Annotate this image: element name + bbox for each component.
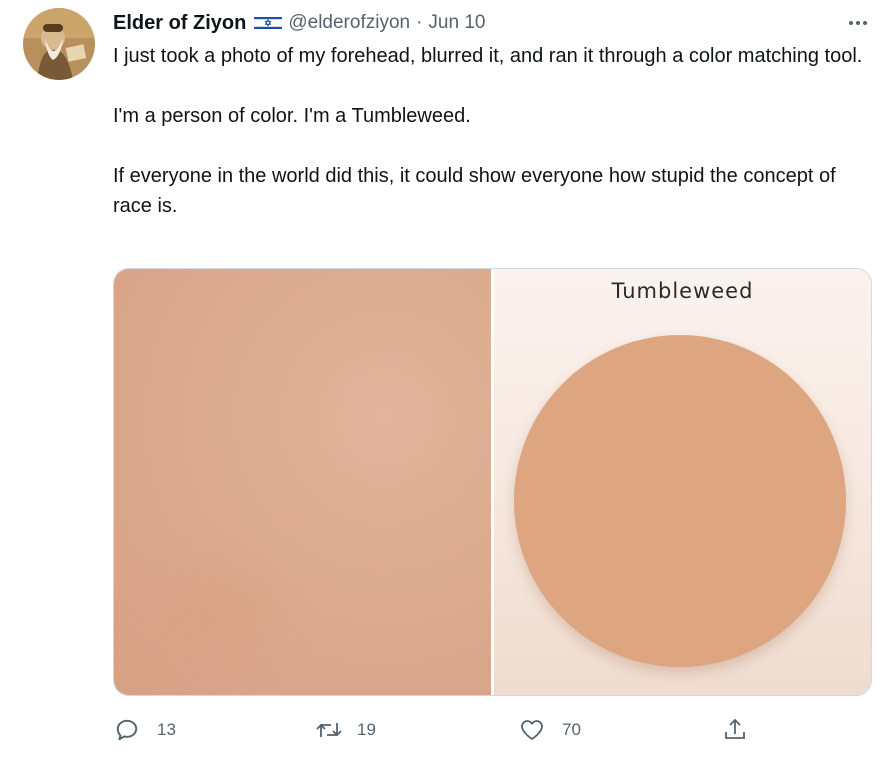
tweet-text: I just took a photo of my forehead, blur…	[113, 41, 873, 221]
more-options-icon[interactable]	[847, 12, 869, 39]
reply-count: 13	[157, 720, 176, 739]
share-icon	[721, 716, 749, 744]
swatch-label: Tumbleweed	[611, 279, 754, 303]
reply-button[interactable]: 13	[113, 710, 176, 750]
tweet-actions: 13 19 70	[113, 710, 873, 750]
retweet-icon	[315, 716, 343, 744]
reply-icon	[113, 716, 141, 744]
separator-dot: ·	[416, 12, 423, 33]
israel-flag-icon	[254, 16, 283, 30]
color-match-image[interactable]: Tumbleweed	[494, 269, 871, 695]
tweet-paragraph: If everyone in the world did this, it co…	[113, 165, 836, 217]
tweet-media[interactable]: Tumbleweed	[113, 268, 872, 696]
tweet-date[interactable]: Jun 10	[428, 12, 485, 34]
author-name[interactable]: Elder of Ziyon	[113, 12, 246, 35]
retweet-count: 19	[357, 720, 376, 739]
forehead-photo[interactable]	[114, 269, 491, 695]
tweet-header: Elder of Ziyon @elderofziyon · Jun 10	[113, 10, 485, 36]
share-button[interactable]	[721, 710, 749, 750]
retweet-button[interactable]: 19	[315, 710, 376, 750]
author-handle[interactable]: @elderofziyon	[288, 12, 410, 34]
tweet-paragraph: I just took a photo of my forehead, blur…	[113, 45, 863, 67]
avatar[interactable]	[23, 8, 95, 80]
like-count: 70	[562, 720, 581, 739]
like-icon	[518, 716, 546, 744]
color-swatch	[514, 335, 846, 667]
tweet-paragraph: I'm a person of color. I'm a Tumbleweed.	[113, 105, 471, 127]
like-button[interactable]: 70	[518, 710, 581, 750]
